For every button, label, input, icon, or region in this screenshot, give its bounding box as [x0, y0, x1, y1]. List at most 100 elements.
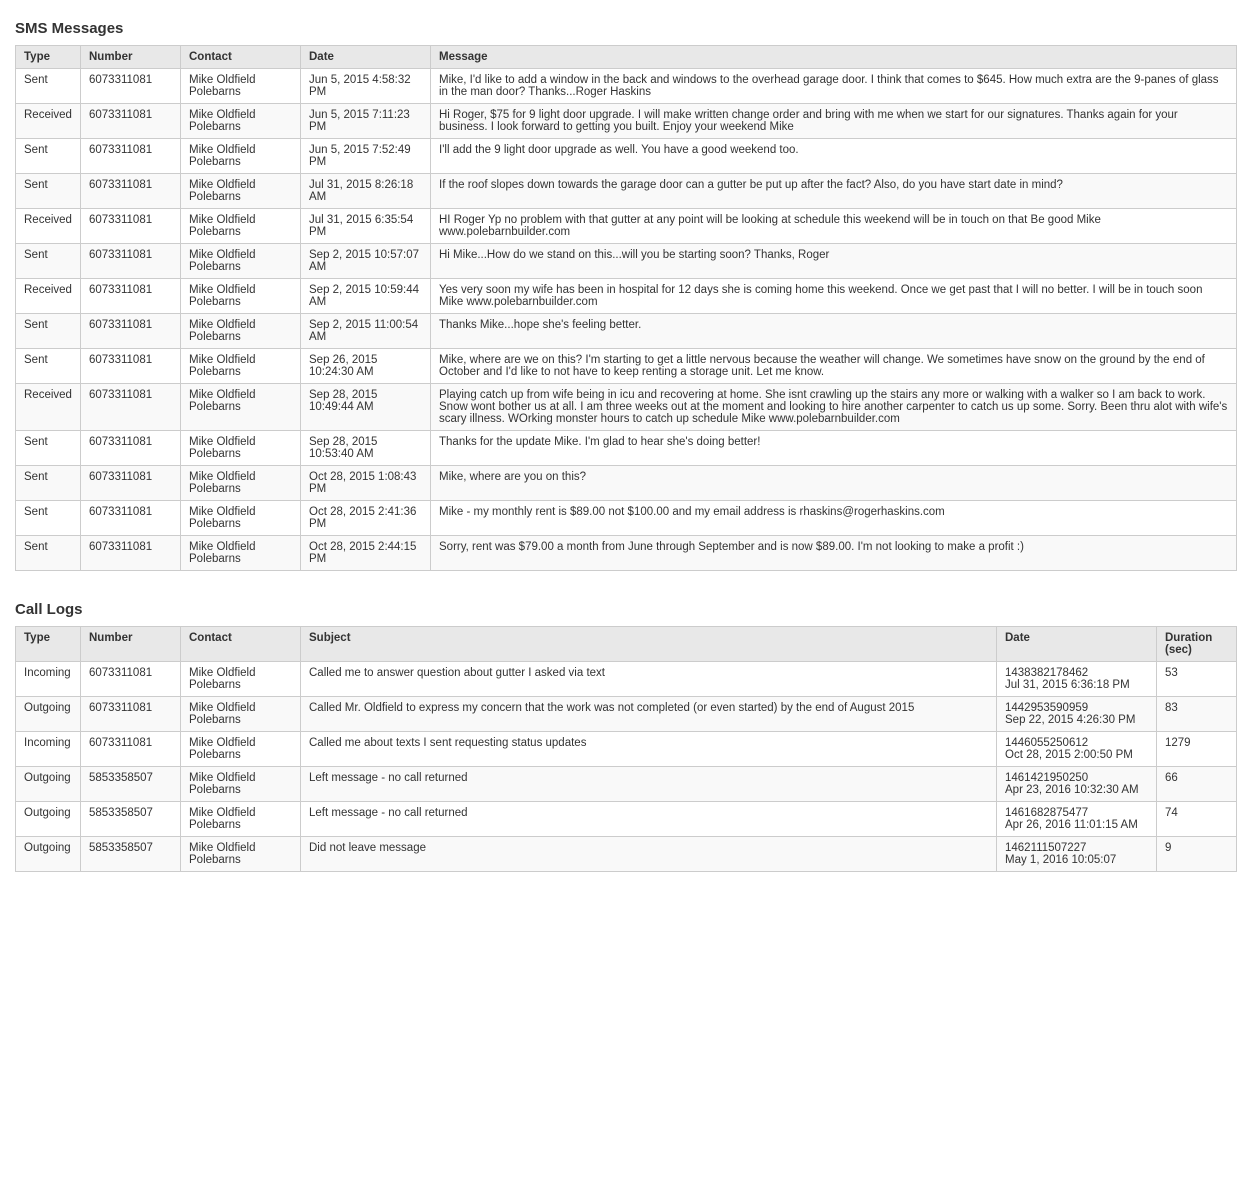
sms-table-row: Sent 6073311081 Mike OldfieldPolebarns J… — [16, 69, 1237, 104]
call-contact: Mike OldfieldPolebarns — [181, 732, 301, 767]
sms-contact: Mike OldfieldPolebarns — [181, 244, 301, 279]
call-duration: 74 — [1157, 802, 1237, 837]
sms-type: Sent — [16, 139, 81, 174]
sms-type: Sent — [16, 501, 81, 536]
call-contact: Mike OldfieldPolebarns — [181, 802, 301, 837]
calls-table-row: Outgoing 5853358507 Mike OldfieldPolebar… — [16, 837, 1237, 872]
call-date: 1446055250612Oct 28, 2015 2:00:50 PM — [997, 732, 1157, 767]
calls-col-type: Type — [16, 627, 81, 662]
sms-contact: Mike OldfieldPolebarns — [181, 384, 301, 431]
sms-table-row: Sent 6073311081 Mike OldfieldPolebarns O… — [16, 466, 1237, 501]
sms-contact: Mike OldfieldPolebarns — [181, 431, 301, 466]
calls-col-duration: Duration (sec) — [1157, 627, 1237, 662]
sms-type: Sent — [16, 536, 81, 571]
sms-date: Oct 28, 2015 2:44:15 PM — [301, 536, 431, 571]
sms-message: Mike, where are you on this? — [431, 466, 1237, 501]
sms-date: Sep 2, 2015 11:00:54 AM — [301, 314, 431, 349]
sms-type: Received — [16, 279, 81, 314]
calls-title: Call Logs — [15, 601, 1237, 618]
sms-header-row: Type Number Contact Date Message — [16, 46, 1237, 69]
call-date: 1442953590959Sep 22, 2015 4:26:30 PM — [997, 697, 1157, 732]
sms-contact: Mike OldfieldPolebarns — [181, 209, 301, 244]
sms-number: 6073311081 — [81, 431, 181, 466]
call-type: Outgoing — [16, 767, 81, 802]
sms-message: Yes very soon my wife has been in hospit… — [431, 279, 1237, 314]
calls-col-contact: Contact — [181, 627, 301, 662]
sms-number: 6073311081 — [81, 69, 181, 104]
sms-type: Sent — [16, 69, 81, 104]
calls-table-row: Outgoing 5853358507 Mike OldfieldPolebar… — [16, 767, 1237, 802]
sms-message: Hi Mike...How do we stand on this...will… — [431, 244, 1237, 279]
sms-table-row: Received 6073311081 Mike OldfieldPolebar… — [16, 209, 1237, 244]
call-number: 5853358507 — [81, 767, 181, 802]
call-subject: Called me about texts I sent requesting … — [301, 732, 997, 767]
sms-type: Sent — [16, 244, 81, 279]
call-duration: 66 — [1157, 767, 1237, 802]
sms-date: Jun 5, 2015 7:52:49 PM — [301, 139, 431, 174]
sms-table-row: Sent 6073311081 Mike OldfieldPolebarns S… — [16, 244, 1237, 279]
sms-contact: Mike OldfieldPolebarns — [181, 104, 301, 139]
sms-contact: Mike OldfieldPolebarns — [181, 501, 301, 536]
calls-col-subject: Subject — [301, 627, 997, 662]
sms-number: 6073311081 — [81, 244, 181, 279]
sms-message: Sorry, rent was $79.00 a month from June… — [431, 536, 1237, 571]
call-date: 1438382178462Jul 31, 2015 6:36:18 PM — [997, 662, 1157, 697]
sms-title: SMS Messages — [15, 20, 1237, 37]
sms-date: Sep 28, 2015 10:53:40 AM — [301, 431, 431, 466]
call-contact: Mike OldfieldPolebarns — [181, 837, 301, 872]
sms-col-number: Number — [81, 46, 181, 69]
sms-message: Mike, I'd like to add a window in the ba… — [431, 69, 1237, 104]
sms-table: Type Number Contact Date Message Sent 60… — [15, 45, 1237, 571]
sms-contact: Mike OldfieldPolebarns — [181, 349, 301, 384]
sms-number: 6073311081 — [81, 384, 181, 431]
call-number: 5853358507 — [81, 837, 181, 872]
sms-table-row: Received 6073311081 Mike OldfieldPolebar… — [16, 279, 1237, 314]
sms-number: 6073311081 — [81, 314, 181, 349]
sms-date: Jul 31, 2015 6:35:54 PM — [301, 209, 431, 244]
call-duration: 83 — [1157, 697, 1237, 732]
sms-message: Thanks for the update Mike. I'm glad to … — [431, 431, 1237, 466]
sms-contact: Mike OldfieldPolebarns — [181, 314, 301, 349]
calls-table-body: Incoming 6073311081 Mike OldfieldPolebar… — [16, 662, 1237, 872]
sms-message: Playing catch up from wife being in icu … — [431, 384, 1237, 431]
sms-type: Sent — [16, 349, 81, 384]
sms-table-row: Sent 6073311081 Mike OldfieldPolebarns J… — [16, 139, 1237, 174]
call-type: Incoming — [16, 732, 81, 767]
call-contact: Mike OldfieldPolebarns — [181, 697, 301, 732]
sms-table-row: Sent 6073311081 Mike OldfieldPolebarns S… — [16, 431, 1237, 466]
sms-number: 6073311081 — [81, 466, 181, 501]
sms-col-date: Date — [301, 46, 431, 69]
call-subject: Called Mr. Oldfield to express my concer… — [301, 697, 997, 732]
sms-type: Sent — [16, 466, 81, 501]
sms-message: Thanks Mike...hope she's feeling better. — [431, 314, 1237, 349]
sms-number: 6073311081 — [81, 209, 181, 244]
sms-date: Jul 31, 2015 8:26:18 AM — [301, 174, 431, 209]
call-date: 1461421950250Apr 23, 2016 10:32:30 AM — [997, 767, 1157, 802]
call-number: 6073311081 — [81, 732, 181, 767]
sms-type: Sent — [16, 174, 81, 209]
sms-table-row: Sent 6073311081 Mike OldfieldPolebarns O… — [16, 501, 1237, 536]
sms-table-row: Sent 6073311081 Mike OldfieldPolebarns J… — [16, 174, 1237, 209]
call-date: 1461682875477Apr 26, 2016 11:01:15 AM — [997, 802, 1157, 837]
sms-message: I'll add the 9 light door upgrade as wel… — [431, 139, 1237, 174]
call-subject: Left message - no call returned — [301, 767, 997, 802]
call-subject: Called me to answer question about gutte… — [301, 662, 997, 697]
call-number: 6073311081 — [81, 697, 181, 732]
sms-number: 6073311081 — [81, 279, 181, 314]
call-date: 1462111507227May 1, 2016 10:05:07 — [997, 837, 1157, 872]
call-subject: Did not leave message — [301, 837, 997, 872]
sms-date: Sep 2, 2015 10:59:44 AM — [301, 279, 431, 314]
sms-contact: Mike OldfieldPolebarns — [181, 69, 301, 104]
sms-date: Jun 5, 2015 7:11:23 PM — [301, 104, 431, 139]
sms-table-row: Received 6073311081 Mike OldfieldPolebar… — [16, 104, 1237, 139]
sms-date: Sep 26, 2015 10:24:30 AM — [301, 349, 431, 384]
sms-message: Hi Roger, $75 for 9 light door upgrade. … — [431, 104, 1237, 139]
calls-section: Call Logs Type Number Contact Subject Da… — [15, 601, 1237, 872]
sms-contact: Mike OldfieldPolebarns — [181, 174, 301, 209]
call-type: Outgoing — [16, 697, 81, 732]
sms-table-body: Sent 6073311081 Mike OldfieldPolebarns J… — [16, 69, 1237, 571]
sms-contact: Mike OldfieldPolebarns — [181, 536, 301, 571]
call-duration: 9 — [1157, 837, 1237, 872]
calls-table-row: Incoming 6073311081 Mike OldfieldPolebar… — [16, 662, 1237, 697]
call-number: 5853358507 — [81, 802, 181, 837]
